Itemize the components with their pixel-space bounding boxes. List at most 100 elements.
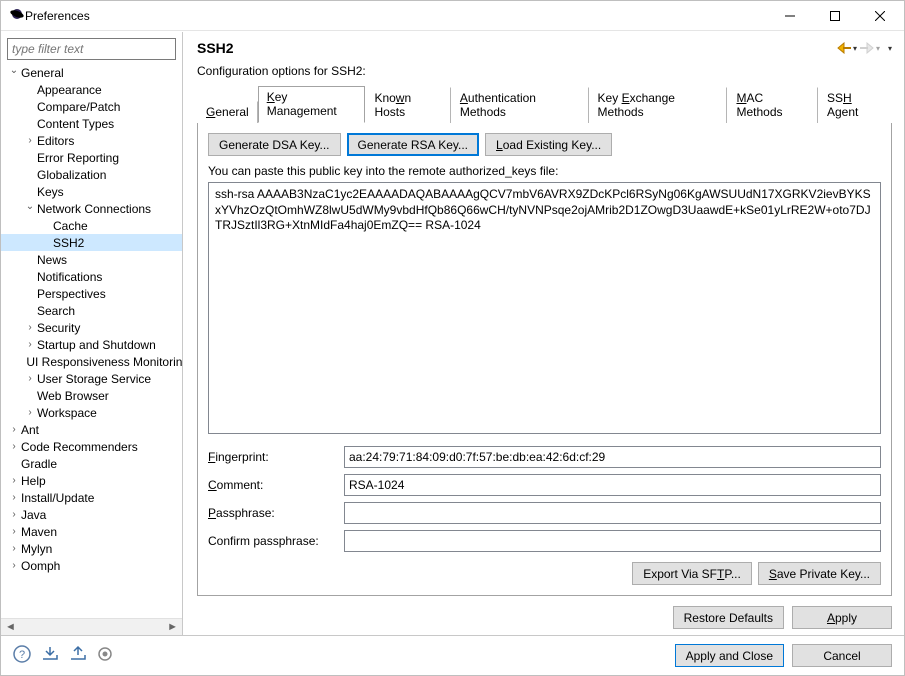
view-menu-icon[interactable]: ▾: [888, 44, 892, 53]
apply-button[interactable]: Apply: [792, 606, 892, 629]
tab-ssh-agent[interactable]: SSH Agent: [818, 87, 892, 123]
import-icon[interactable]: [41, 645, 59, 666]
maximize-button[interactable]: [812, 1, 857, 30]
confirm-passphrase-field[interactable]: [344, 530, 881, 552]
close-button[interactable]: [857, 1, 902, 30]
tree-item-label: Keys: [37, 185, 64, 199]
expand-icon[interactable]: ›: [7, 441, 21, 452]
tree-item-label: Globalization: [37, 168, 106, 182]
expand-icon[interactable]: ›: [23, 373, 37, 384]
expand-icon[interactable]: ›: [23, 135, 37, 146]
generate-dsa-button[interactable]: Generate DSA Key...: [208, 133, 341, 156]
tree-item-network-connections[interactable]: ⌄Network Connections: [1, 200, 182, 217]
tree-item-editors[interactable]: ›Editors: [1, 132, 182, 149]
tab-key-management[interactable]: Key Management: [258, 86, 366, 123]
collapse-icon[interactable]: ⌄: [7, 65, 21, 76]
tree-item-ui-responsiveness-monitoring[interactable]: ›UI Responsiveness Monitoring: [1, 353, 182, 370]
tree-item-keys[interactable]: ›Keys: [1, 183, 182, 200]
tree-item-workspace[interactable]: ›Workspace: [1, 404, 182, 421]
tab-key-exchange-methods[interactable]: Key Exchange Methods: [589, 87, 728, 123]
tree-item-label: General: [21, 66, 64, 80]
tree-item-globalization[interactable]: ›Globalization: [1, 166, 182, 183]
forward-button[interactable]: ▾: [859, 42, 880, 54]
tab-mac-methods[interactable]: MAC Methods: [727, 87, 818, 123]
help-icon[interactable]: ?: [13, 645, 31, 666]
forward-dropdown-icon[interactable]: ▾: [876, 44, 880, 53]
comment-field[interactable]: [344, 474, 881, 496]
back-dropdown-icon[interactable]: ▾: [853, 44, 857, 53]
tree-item-label: Workspace: [37, 406, 97, 420]
tree-item-label: Search: [37, 304, 75, 318]
oomph-icon[interactable]: [97, 646, 113, 665]
tree-item-perspectives[interactable]: ›Perspectives: [1, 285, 182, 302]
tree-scroll[interactable]: ⌄General›Appearance›Compare/Patch›Conten…: [1, 64, 182, 618]
tree-item-ant[interactable]: ›Ant: [1, 421, 182, 438]
restore-defaults-button[interactable]: Restore Defaults: [673, 606, 784, 629]
tree-item-content-types[interactable]: ›Content Types: [1, 115, 182, 132]
tree-item-news[interactable]: ›News: [1, 251, 182, 268]
expand-icon[interactable]: ›: [7, 526, 21, 537]
expand-icon[interactable]: ›: [7, 492, 21, 503]
tree-item-compare-patch[interactable]: ›Compare/Patch: [1, 98, 182, 115]
export-icon[interactable]: [69, 645, 87, 666]
svg-text:?: ?: [19, 649, 25, 661]
tree-horizontal-scrollbar[interactable]: ◄►: [1, 618, 182, 635]
tab-general[interactable]: General: [197, 101, 258, 123]
tree-item-help[interactable]: ›Help: [1, 472, 182, 489]
key-management-tab-content: Generate DSA Key... Generate RSA Key... …: [197, 123, 892, 596]
tree-item-appearance[interactable]: ›Appearance: [1, 81, 182, 98]
tree-item-general[interactable]: ⌄General: [1, 64, 182, 81]
tree-item-oomph[interactable]: ›Oomph: [1, 557, 182, 574]
minimize-button[interactable]: [767, 1, 812, 30]
generate-rsa-button[interactable]: Generate RSA Key...: [347, 133, 480, 156]
apply-and-close-button[interactable]: Apply and Close: [675, 644, 784, 667]
filter-input[interactable]: [7, 38, 176, 60]
confirm-passphrase-label: Confirm passphrase:: [208, 534, 338, 548]
expand-icon[interactable]: ›: [7, 509, 21, 520]
tree-item-label: Ant: [21, 423, 39, 437]
tab-known-hosts[interactable]: Known Hosts: [365, 87, 450, 123]
paste-instruction: You can paste this public key into the r…: [208, 164, 881, 178]
passphrase-field[interactable]: [344, 502, 881, 524]
back-button[interactable]: ▾: [836, 42, 857, 54]
collapse-icon[interactable]: ⌄: [23, 201, 37, 212]
expand-icon[interactable]: ›: [23, 407, 37, 418]
cancel-button[interactable]: Cancel: [792, 644, 892, 667]
page-subtitle: Configuration options for SSH2:: [197, 64, 892, 78]
expand-icon[interactable]: ›: [7, 475, 21, 486]
tree-item-security[interactable]: ›Security: [1, 319, 182, 336]
tree-item-label: SSH2: [53, 236, 84, 250]
tree-item-java[interactable]: ›Java: [1, 506, 182, 523]
expand-icon[interactable]: ›: [7, 560, 21, 571]
tree-item-label: Oomph: [21, 559, 60, 573]
tree-item-label: Notifications: [37, 270, 102, 284]
tree-item-install-update[interactable]: ›Install/Update: [1, 489, 182, 506]
window-title: Preferences: [25, 9, 767, 23]
save-private-key-button[interactable]: Save Private Key...: [758, 562, 881, 585]
tab-authentication-methods[interactable]: Authentication Methods: [451, 87, 589, 123]
tree-item-user-storage-service[interactable]: ›User Storage Service: [1, 370, 182, 387]
tree-item-error-reporting[interactable]: ›Error Reporting: [1, 149, 182, 166]
expand-icon[interactable]: ›: [7, 424, 21, 435]
load-existing-key-button[interactable]: Load Existing Key...: [485, 133, 612, 156]
tree-item-code-recommenders[interactable]: ›Code Recommenders: [1, 438, 182, 455]
passphrase-label: Passphrase:: [208, 506, 338, 520]
tree-item-label: Perspectives: [37, 287, 106, 301]
public-key-textarea[interactable]: ssh-rsa AAAAB3NzaC1yc2EAAAADAQABAAAAgQCV…: [208, 182, 881, 434]
export-via-sftp-button[interactable]: Export Via SFTP...: [632, 562, 752, 585]
tree-item-cache[interactable]: ›Cache: [1, 217, 182, 234]
tree-item-ssh2[interactable]: ›SSH2: [1, 234, 182, 251]
tree-item-web-browser[interactable]: ›Web Browser: [1, 387, 182, 404]
tree-item-search[interactable]: ›Search: [1, 302, 182, 319]
tree-item-label: Error Reporting: [37, 151, 119, 165]
tree-item-notifications[interactable]: ›Notifications: [1, 268, 182, 285]
tree-item-maven[interactable]: ›Maven: [1, 523, 182, 540]
expand-icon[interactable]: ›: [23, 322, 37, 333]
tree-item-startup-and-shutdown[interactable]: ›Startup and Shutdown: [1, 336, 182, 353]
fingerprint-field[interactable]: [344, 446, 881, 468]
tree-item-label: Cache: [53, 219, 88, 233]
expand-icon[interactable]: ›: [7, 543, 21, 554]
expand-icon[interactable]: ›: [23, 339, 37, 350]
tree-item-gradle[interactable]: ›Gradle: [1, 455, 182, 472]
tree-item-mylyn[interactable]: ›Mylyn: [1, 540, 182, 557]
